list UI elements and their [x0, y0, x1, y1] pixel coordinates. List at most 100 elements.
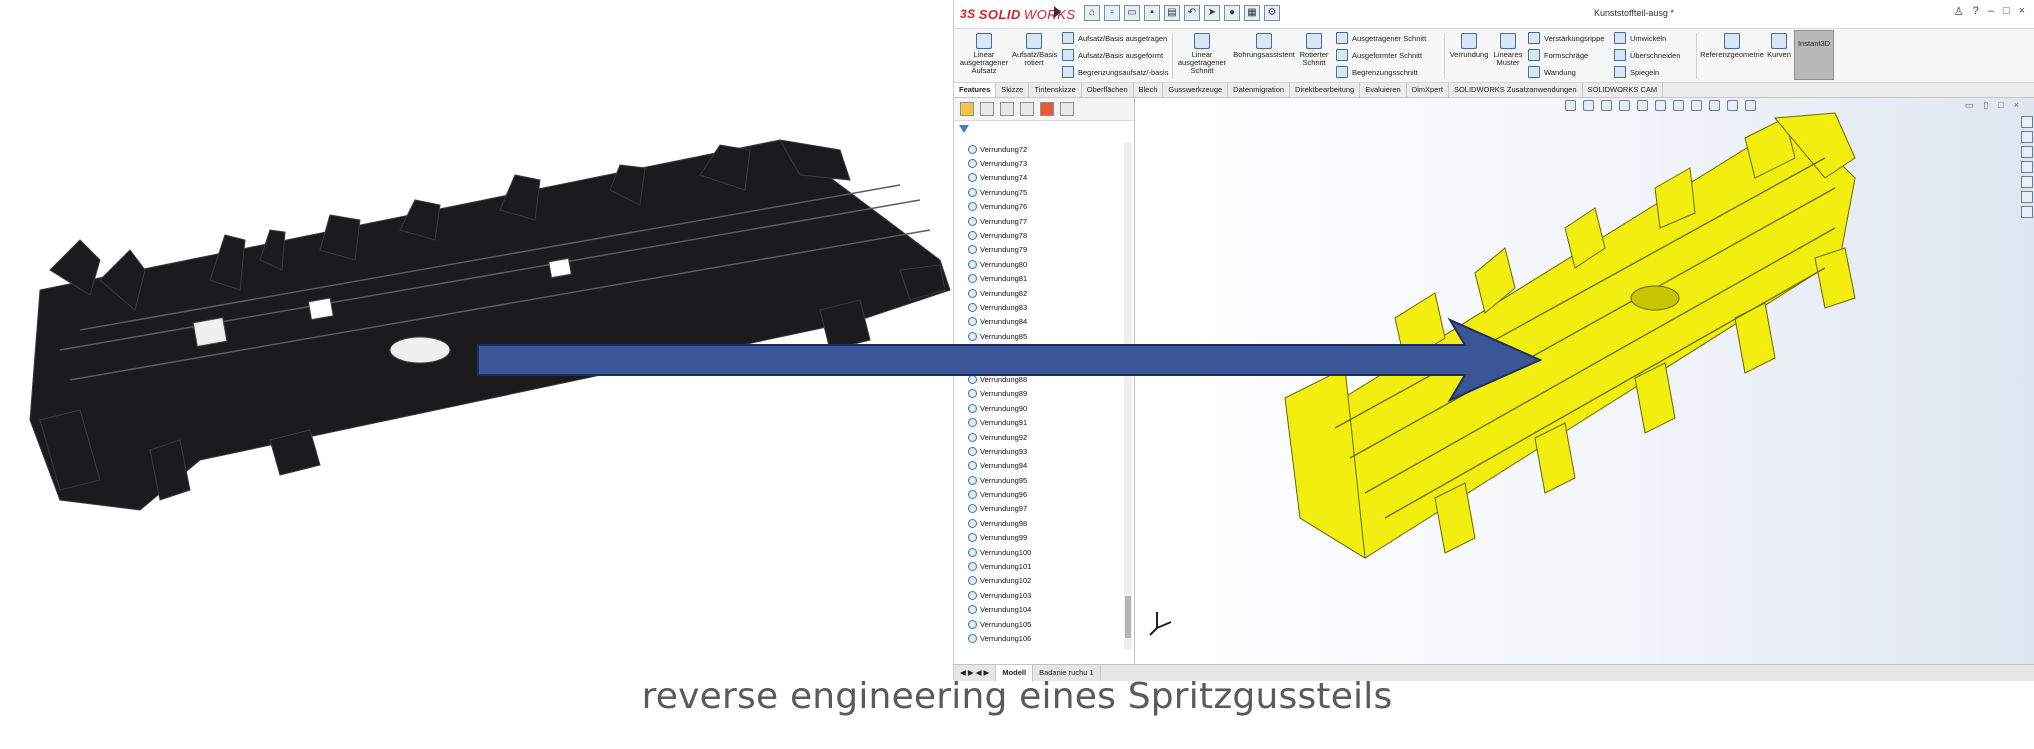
fillet-feature-icon	[968, 605, 977, 615]
close-button[interactable]: ×	[2019, 5, 2025, 18]
tree-item-fillet[interactable]: Verrundung98	[968, 516, 1031, 530]
maximize-button[interactable]: □	[2003, 5, 2010, 18]
lofted-boss-button[interactable]: Aufsatz/Basis ausgeformt	[1062, 49, 1163, 61]
home-icon[interactable]: ⌂	[1084, 5, 1100, 21]
tree-item-fillet[interactable]: Verrundung92	[968, 430, 1031, 444]
linear-cut-button[interactable]: Linear ausgetragener Schnitt	[1176, 33, 1228, 75]
tree-item-fillet[interactable]: Verrundung86	[968, 343, 1031, 357]
yellow-cad-model[interactable]	[1135, 98, 2034, 664]
revolved-boss-button[interactable]: Aufsatz/Basis rotiert	[1012, 33, 1057, 67]
tree-item-fillet[interactable]: Verrundung88	[968, 372, 1031, 386]
filter-icon[interactable]	[959, 125, 969, 133]
tab-surfaces[interactable]: Oberflächen	[1082, 83, 1134, 97]
file-properties-icon[interactable]: ▦	[1244, 5, 1260, 21]
print-icon[interactable]: ▤	[1164, 5, 1180, 21]
boundary-cut-icon	[1336, 66, 1348, 78]
tree-item-fillet[interactable]: Verrundung81	[968, 272, 1031, 286]
property-manager-icon[interactable]	[980, 102, 994, 116]
tab-addins[interactable]: SOLIDWORKS Zusatzanwendungen	[1449, 83, 1583, 97]
menu-expand-arrow-icon[interactable]	[1054, 6, 1061, 18]
fillet-button[interactable]: Verrundung	[1448, 33, 1490, 59]
tree-item-fillet[interactable]: Verrundung78	[968, 228, 1031, 242]
tab-data-migration[interactable]: Datenmigration	[1228, 83, 1291, 97]
hole-wizard-button[interactable]: Bohrungsassistent	[1232, 33, 1296, 59]
linear-pattern-button[interactable]: Lineares Muster	[1492, 33, 1524, 67]
tree-item-fillet[interactable]: Verrundung106	[968, 631, 1031, 645]
intersect-button[interactable]: Überschneiden	[1614, 49, 1680, 61]
traffic-light-icon[interactable]: ●	[1224, 5, 1240, 21]
tree-item-fillet[interactable]: Verrundung72	[968, 142, 1031, 156]
wrap-button[interactable]: Umwickeln	[1614, 32, 1666, 44]
shell-button[interactable]: Wandung	[1528, 66, 1576, 78]
rib-button[interactable]: Verstärkungsrippe	[1528, 32, 1604, 44]
linear-boss-button[interactable]: Linear ausgetragener Aufsatz	[958, 33, 1010, 75]
reference-geometry-button[interactable]: Referenzgeometrie	[1700, 33, 1764, 59]
save-icon[interactable]: ▪	[1144, 5, 1160, 21]
tab-sketch[interactable]: Skizze	[996, 83, 1030, 97]
tree-item-fillet[interactable]: Verrundung100	[968, 545, 1031, 559]
tree-item-fillet[interactable]: Verrundung96	[968, 487, 1031, 501]
boundary-cut-button[interactable]: Begrenzungsschnitt	[1336, 66, 1418, 78]
dimxpert-manager-icon[interactable]	[1020, 102, 1034, 116]
configuration-manager-icon[interactable]	[1000, 102, 1014, 116]
tab-sheet-metal[interactable]: Blech	[1134, 83, 1164, 97]
options-gear-icon[interactable]: ⚙	[1264, 5, 1280, 21]
revolved-cut-button[interactable]: Rotierter Schnitt	[1298, 33, 1330, 67]
tree-item-fillet[interactable]: Verrundung101	[968, 559, 1031, 573]
tree-item-fillet[interactable]: Verrundung80	[968, 257, 1031, 271]
tree-item-fillet[interactable]: Verrundung85	[968, 329, 1031, 343]
tree-item-fillet[interactable]: Verrundung99	[968, 531, 1031, 545]
user-icon[interactable]: ♙	[1954, 5, 1964, 18]
tree-item-fillet[interactable]: Verrundung105	[968, 617, 1031, 631]
tab-dimxpert[interactable]: DimXpert	[1407, 83, 1449, 97]
tree-item-fillet[interactable]: Verrundung74	[968, 171, 1031, 185]
select-pointer-icon[interactable]: ➤	[1204, 5, 1220, 21]
instant3d-button[interactable]: Instant3D	[1794, 30, 1834, 80]
tab-mold-tools[interactable]: Gusswerkzeuge	[1163, 83, 1229, 97]
undo-icon[interactable]: ↶	[1184, 5, 1200, 21]
tree-item-fillet[interactable]: Verrundung104	[968, 603, 1031, 617]
tree-item-fillet[interactable]: Verrundung82	[968, 286, 1031, 300]
mirror-button[interactable]: Spiegeln	[1614, 66, 1659, 78]
tree-item-fillet[interactable]: Verrundung87	[968, 358, 1031, 372]
tree-item-fillet[interactable]: Verrundung91	[968, 415, 1031, 429]
curves-button[interactable]: Kurven	[1766, 33, 1792, 59]
swept-boss-button[interactable]: Aufsatz/Basis ausgetragen	[1062, 32, 1167, 44]
boundary-boss-button[interactable]: Begrenzungsaufsatz/-basis	[1062, 66, 1168, 78]
tree-item-fillet[interactable]: Verrundung77	[968, 214, 1031, 228]
tree-item-fillet[interactable]: Verrundung103	[968, 588, 1031, 602]
tab-direct-editing[interactable]: Direktbearbeitung	[1290, 83, 1361, 97]
tree-item-fillet[interactable]: Verrundung75	[968, 185, 1031, 199]
tree-scrollbar[interactable]	[1124, 142, 1132, 650]
command-tabs: Features Skizze Tintenskizze Oberflächen…	[954, 83, 2034, 98]
tree-item-fillet[interactable]: Verrundung95	[968, 473, 1031, 487]
tree-item-fillet[interactable]: Verrundung89	[968, 387, 1031, 401]
display-manager-icon[interactable]	[1040, 102, 1054, 116]
swept-cut-button[interactable]: Ausgetragener Schnitt	[1336, 32, 1426, 44]
new-document-icon[interactable]: ▫	[1104, 5, 1120, 21]
tree-item-fillet[interactable]: Verrundung93	[968, 444, 1031, 458]
cam-manager-icon[interactable]	[1060, 102, 1074, 116]
lofted-cut-button[interactable]: Ausgeformter Schnitt	[1336, 49, 1422, 61]
tree-item-fillet[interactable]: Verrundung97	[968, 502, 1031, 516]
graphics-area[interactable]: ▭ ▯ □ ×	[1135, 98, 2034, 664]
tree-item-fillet[interactable]: Verrundung94	[968, 459, 1031, 473]
tab-ink-sketch[interactable]: Tintenskizze	[1029, 83, 1082, 97]
tree-item-label: Verrundung97	[980, 504, 1028, 514]
feature-manager-icon[interactable]	[960, 102, 974, 116]
tab-features[interactable]: Features	[954, 83, 997, 97]
tree-item-fillet[interactable]: Verrundung76	[968, 200, 1031, 214]
tab-evaluate[interactable]: Evaluieren	[1360, 83, 1407, 97]
minimize-button[interactable]: –	[1988, 5, 1994, 18]
tree-item-fillet[interactable]: Verrundung90	[968, 401, 1031, 415]
open-folder-icon[interactable]: ▭	[1124, 5, 1140, 21]
tab-cam[interactable]: SOLIDWORKS CAM	[1583, 83, 1664, 97]
help-button[interactable]: ?	[1973, 5, 1979, 18]
tree-item-fillet[interactable]: Verrundung83	[968, 300, 1031, 314]
tree-item-fillet[interactable]: Verrundung84	[968, 315, 1031, 329]
draft-button[interactable]: Formschräge	[1528, 49, 1588, 61]
scrollbar-thumb[interactable]	[1125, 596, 1131, 638]
tree-item-fillet[interactable]: Verrundung73	[968, 156, 1031, 170]
tree-item-fillet[interactable]: Verrundung79	[968, 243, 1031, 257]
tree-item-fillet[interactable]: Verrundung102	[968, 574, 1031, 588]
